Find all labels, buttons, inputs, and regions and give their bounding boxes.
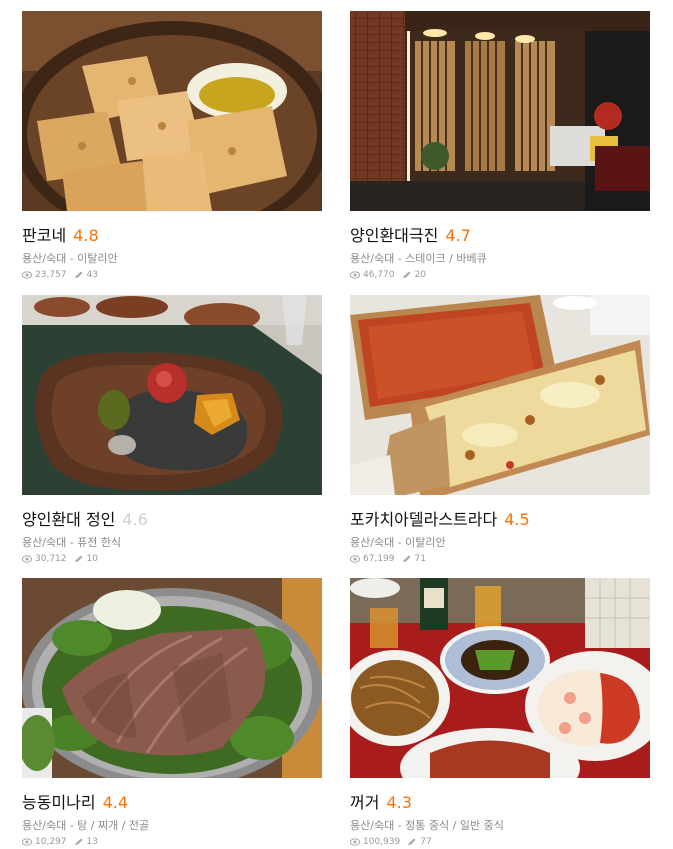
eye-icon xyxy=(350,555,360,563)
meta-separator: - xyxy=(66,819,78,832)
review-count: 71 xyxy=(414,554,426,564)
restaurant-area: 용산/숙대 xyxy=(22,819,67,832)
review-count: 77 xyxy=(420,837,432,847)
meta-separator: - xyxy=(66,536,78,549)
storefront-photo xyxy=(350,11,650,211)
restaurant-card[interactable]: 포카치아델라스트라다 4.5 용산/숙대 - 이탈리안 67,199 71 xyxy=(350,295,650,565)
restaurant-meta: 용산/숙대 - 이탈리안 xyxy=(22,250,322,265)
restaurant-rating: 4.5 xyxy=(504,510,530,529)
restaurant-category: 스테이크 / 바베큐 xyxy=(405,252,487,265)
restaurant-rating: 4.7 xyxy=(445,226,471,245)
restaurant-meta: 용산/숙대 - 스테이크 / 바베큐 xyxy=(350,250,650,265)
review-count: 20 xyxy=(414,270,426,280)
restaurant-name[interactable]: 포카치아델라스트라다 xyxy=(350,506,497,530)
hotpot-photo xyxy=(22,578,322,778)
pizza-photo xyxy=(350,295,650,495)
plated-dish-photo xyxy=(22,295,322,495)
restaurant-photo[interactable] xyxy=(22,11,322,211)
view-count: 100,939 xyxy=(363,837,401,847)
restaurant-category: 이탈리안 xyxy=(405,536,446,549)
restaurant-name[interactable]: 양인환대극진 xyxy=(350,222,438,246)
restaurant-rating: 4.4 xyxy=(102,793,129,812)
pencil-icon xyxy=(408,838,416,845)
restaurant-meta: 용산/숙대 - 퓨전 한식 xyxy=(22,534,322,549)
restaurant-photo[interactable] xyxy=(350,295,650,495)
restaurant-card[interactable]: 판코네 4.8 용산/숙대 - 이탈리안 23,757 43 xyxy=(22,11,322,281)
restaurant-category: 탕 / 찌개 / 전골 xyxy=(77,819,150,832)
restaurant-photo[interactable] xyxy=(350,11,650,211)
restaurant-photo[interactable] xyxy=(22,578,322,778)
eye-icon xyxy=(350,838,360,846)
pencil-icon xyxy=(402,555,410,562)
view-count: 46,770 xyxy=(363,270,395,280)
restaurant-stats: 23,757 43 xyxy=(22,269,322,281)
review-count: 43 xyxy=(86,270,98,280)
restaurant-stats: 100,939 77 xyxy=(350,836,650,848)
title-row: 판코네 4.8 xyxy=(22,222,322,246)
pencil-icon xyxy=(74,838,82,845)
restaurant-grid: 판코네 4.8 용산/숙대 - 이탈리안 23,757 43 양인환대극진 4.… xyxy=(0,0,673,849)
restaurant-stats: 46,770 20 xyxy=(350,269,650,281)
restaurant-name[interactable]: 꺼거 xyxy=(350,789,379,813)
eye-icon xyxy=(22,555,32,563)
restaurant-stats: 10,297 13 xyxy=(22,836,322,848)
restaurant-photo[interactable] xyxy=(22,295,322,495)
view-count: 30,712 xyxy=(35,554,67,564)
title-row: 포카치아델라스트라다 4.5 xyxy=(350,506,650,530)
meta-separator: - xyxy=(394,819,406,832)
restaurant-card[interactable]: 양인환대 정인 4.6 용산/숙대 - 퓨전 한식 30,712 10 xyxy=(22,295,322,565)
restaurant-stats: 30,712 10 xyxy=(22,553,322,565)
review-count: 10 xyxy=(86,554,98,564)
eye-icon xyxy=(350,271,360,279)
restaurant-card[interactable]: 꺼거 4.3 용산/숙대 - 정통 중식 / 일반 중식 100,939 77 xyxy=(350,578,650,848)
restaurant-rating: 4.3 xyxy=(386,793,412,812)
restaurant-stats: 67,199 71 xyxy=(350,553,650,565)
restaurant-rating: 4.8 xyxy=(73,226,99,245)
restaurant-meta: 용산/숙대 - 이탈리안 xyxy=(350,534,650,549)
restaurant-area: 용산/숙대 xyxy=(22,252,67,265)
restaurant-category: 이탈리안 xyxy=(77,252,118,265)
restaurant-name[interactable]: 능동미나리 xyxy=(22,789,96,813)
title-row: 꺼거 4.3 xyxy=(350,789,650,813)
pencil-icon xyxy=(74,555,82,562)
pencil-icon xyxy=(402,271,410,278)
pencil-icon xyxy=(74,271,82,278)
restaurant-card[interactable]: 양인환대극진 4.7 용산/숙대 - 스테이크 / 바베큐 46,770 20 xyxy=(350,11,650,281)
restaurant-area: 용산/숙대 xyxy=(350,819,395,832)
restaurant-meta: 용산/숙대 - 탕 / 찌개 / 전골 xyxy=(22,817,322,832)
title-row: 능동미나리 4.4 xyxy=(22,789,322,813)
restaurant-area: 용산/숙대 xyxy=(350,536,395,549)
view-count: 67,199 xyxy=(363,554,395,564)
meta-separator: - xyxy=(66,252,78,265)
restaurant-name[interactable]: 양인환대 정인 xyxy=(22,506,115,530)
title-row: 양인환대 정인 4.6 xyxy=(22,506,322,530)
eye-icon xyxy=(22,838,32,846)
restaurant-area: 용산/숙대 xyxy=(350,252,395,265)
chinese-dishes-photo xyxy=(350,578,650,778)
eye-icon xyxy=(22,271,32,279)
review-count: 13 xyxy=(86,837,98,847)
title-row: 양인환대극진 4.7 xyxy=(350,222,650,246)
restaurant-name[interactable]: 판코네 xyxy=(22,222,66,246)
meta-separator: - xyxy=(394,536,406,549)
restaurant-category: 정통 중식 / 일반 중식 xyxy=(405,819,504,832)
restaurant-photo[interactable] xyxy=(350,578,650,778)
restaurant-area: 용산/숙대 xyxy=(22,536,67,549)
focaccia-photo xyxy=(22,11,322,211)
restaurant-meta: 용산/숙대 - 정통 중식 / 일반 중식 xyxy=(350,817,650,832)
restaurant-category: 퓨전 한식 xyxy=(77,536,122,549)
restaurant-rating: 4.6 xyxy=(122,510,148,529)
view-count: 23,757 xyxy=(35,270,67,280)
restaurant-card[interactable]: 능동미나리 4.4 용산/숙대 - 탕 / 찌개 / 전골 10,297 13 xyxy=(22,578,322,848)
view-count: 10,297 xyxy=(35,837,67,847)
meta-separator: - xyxy=(394,252,406,265)
